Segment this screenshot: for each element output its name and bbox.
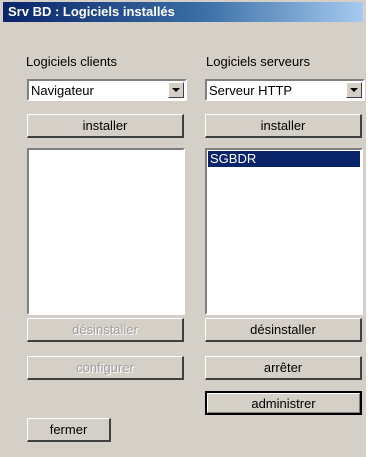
- clients-select-value: Navigateur: [31, 83, 94, 98]
- servers-install-button[interactable]: installer: [205, 114, 362, 138]
- servers-stop-button[interactable]: arrêter: [205, 356, 362, 380]
- clients-install-button[interactable]: installer: [27, 114, 184, 138]
- clients-list[interactable]: [27, 148, 185, 315]
- list-item[interactable]: SGBDR: [208, 151, 360, 167]
- chevron-down-icon[interactable]: [168, 82, 184, 98]
- servers-admin-button[interactable]: administrer: [205, 391, 362, 415]
- chevron-down-icon[interactable]: [346, 82, 362, 98]
- clients-uninstall-button: désinstaller: [27, 318, 184, 342]
- servers-select-value: Serveur HTTP: [209, 83, 293, 98]
- servers-label: Logiciels serveurs: [206, 54, 311, 69]
- dialog-window: Srv BD : Logiciels installés Logiciels c…: [0, 0, 366, 457]
- servers-list[interactable]: SGBDR: [205, 148, 363, 315]
- clients-label: Logiciels clients: [26, 54, 118, 69]
- servers-uninstall-button[interactable]: désinstaller: [205, 318, 362, 342]
- clients-select[interactable]: Navigateur: [27, 79, 187, 101]
- servers-select[interactable]: Serveur HTTP: [205, 79, 365, 101]
- close-button[interactable]: fermer: [27, 418, 111, 442]
- clients-configure-button: configurer: [27, 356, 184, 380]
- title-bar: Srv BD : Logiciels installés: [3, 2, 363, 22]
